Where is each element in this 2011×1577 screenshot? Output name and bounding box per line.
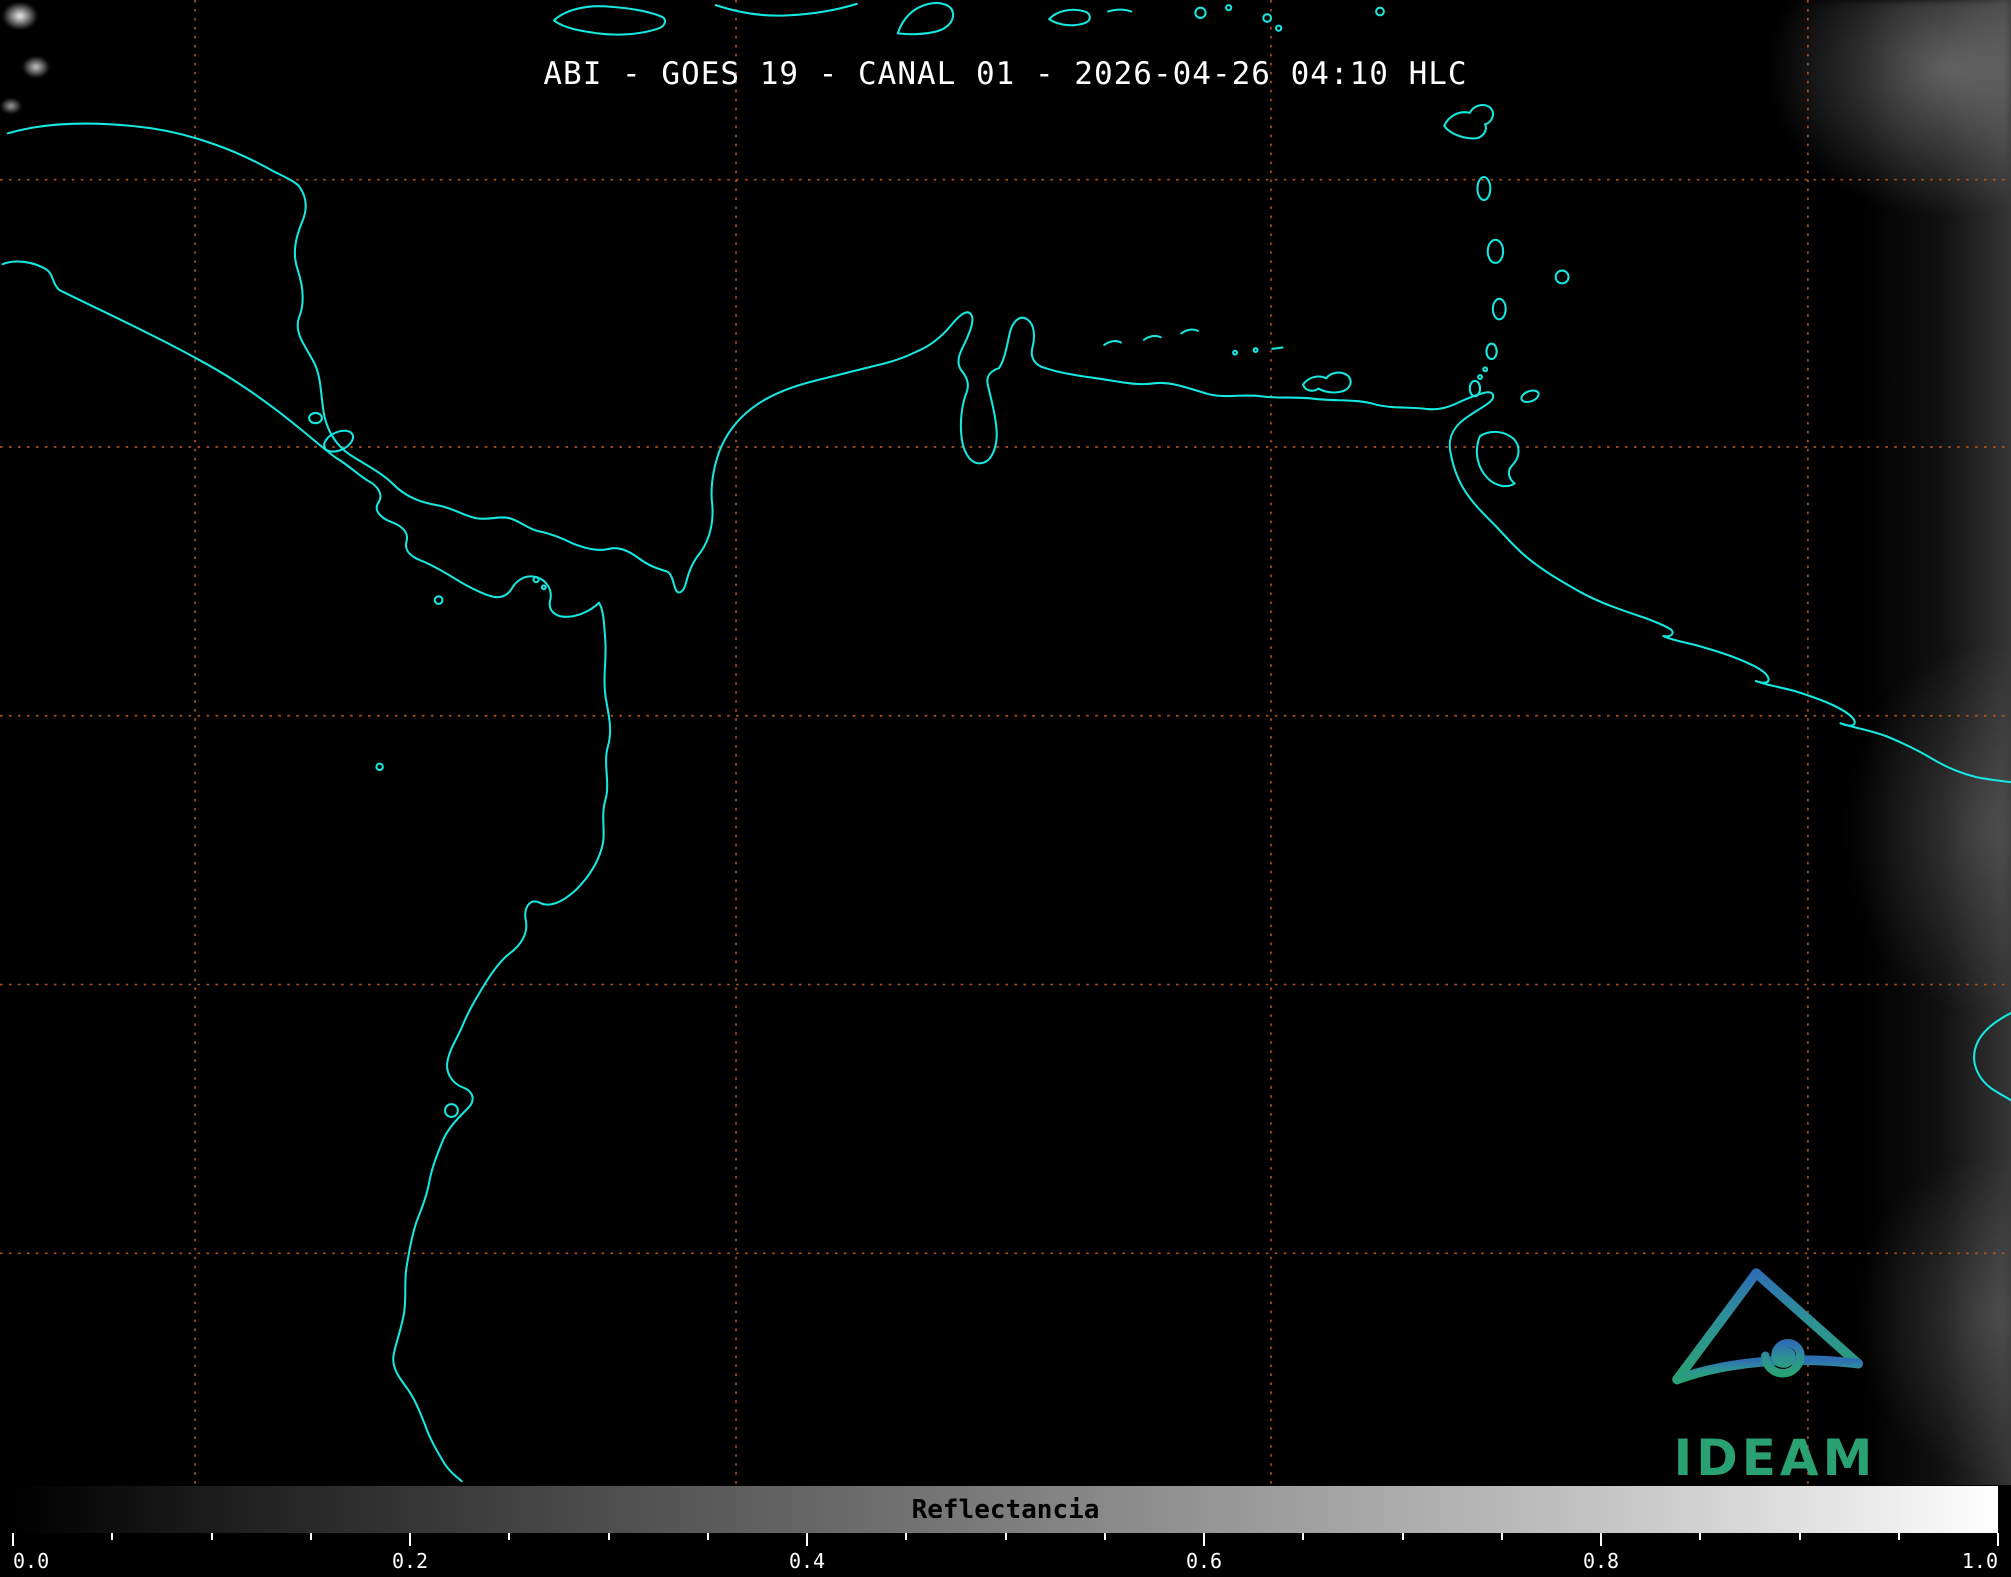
colorbar-tick [1798, 1533, 1801, 1540]
colorbar-tick-label: 0.4 [788, 1549, 826, 1573]
colorbar-ticks [12, 1533, 1999, 1547]
goes-satellite-product: ABI - GOES 19 - CANAL 01 - 2026-04-26 04… [0, 0, 2011, 1577]
colorbar-tick [111, 1533, 114, 1540]
ideam-logo: IDEAM [1659, 1246, 1891, 1485]
map-area: ABI - GOES 19 - CANAL 01 - 2026-04-26 04… [0, 0, 2011, 1485]
colorbar-tick [1004, 1533, 1007, 1540]
colorbar-label: Reflectancia [911, 1494, 1100, 1525]
image-title: ABI - GOES 19 - CANAL 01 - 2026-04-26 04… [543, 56, 1468, 92]
ideam-logo-text: IDEAM [1673, 1429, 1877, 1485]
ideam-logo-mark [1671, 1268, 1863, 1385]
colorbar-tick [607, 1533, 610, 1540]
colorbar-tick [806, 1533, 808, 1546]
colorbar-tick [12, 1533, 14, 1546]
colorbar-tick-label: 0.8 [1582, 1549, 1620, 1573]
colorbar-tick [309, 1533, 312, 1540]
colorbar-tick [1103, 1533, 1106, 1540]
colorbar-tick [706, 1533, 709, 1540]
colorbar-tick-label: 0.0 [13, 1549, 50, 1573]
colorbar-tick [409, 1533, 411, 1546]
colorbar-tick [1897, 1533, 1900, 1540]
colorbar-tick [1600, 1533, 1602, 1546]
colorbar: Reflectancia 0.0 0.2 0.4 0.6 0.8 1.0 [0, 1486, 2011, 1577]
small-islands [308, 4, 1570, 1118]
colorbar-tick-labels: 0.0 0.2 0.4 0.6 0.8 1.0 [13, 1547, 1998, 1577]
colorbar-tick [508, 1533, 511, 1540]
colorbar-tick [1997, 1533, 1999, 1546]
coastline-caribbean [6, 122, 2011, 784]
colorbar-gradient: Reflectancia [13, 1486, 1998, 1533]
colorbar-tick [1203, 1533, 1205, 1546]
colorbar-tick [1401, 1533, 1404, 1540]
colorbar-tick [1302, 1533, 1305, 1540]
colorbar-tick [210, 1533, 213, 1540]
colorbar-tick-label: 1.0 [1961, 1549, 1998, 1573]
colorbar-tick-label: 0.2 [391, 1549, 429, 1573]
colorbar-tick [1699, 1533, 1702, 1540]
coastline-islands [553, 2, 2011, 1102]
colorbar-tick [905, 1533, 908, 1540]
colorbar-tick [1500, 1533, 1503, 1540]
coastline-pacific [1, 260, 612, 1483]
colorbar-tick-label: 0.6 [1185, 1549, 1223, 1573]
